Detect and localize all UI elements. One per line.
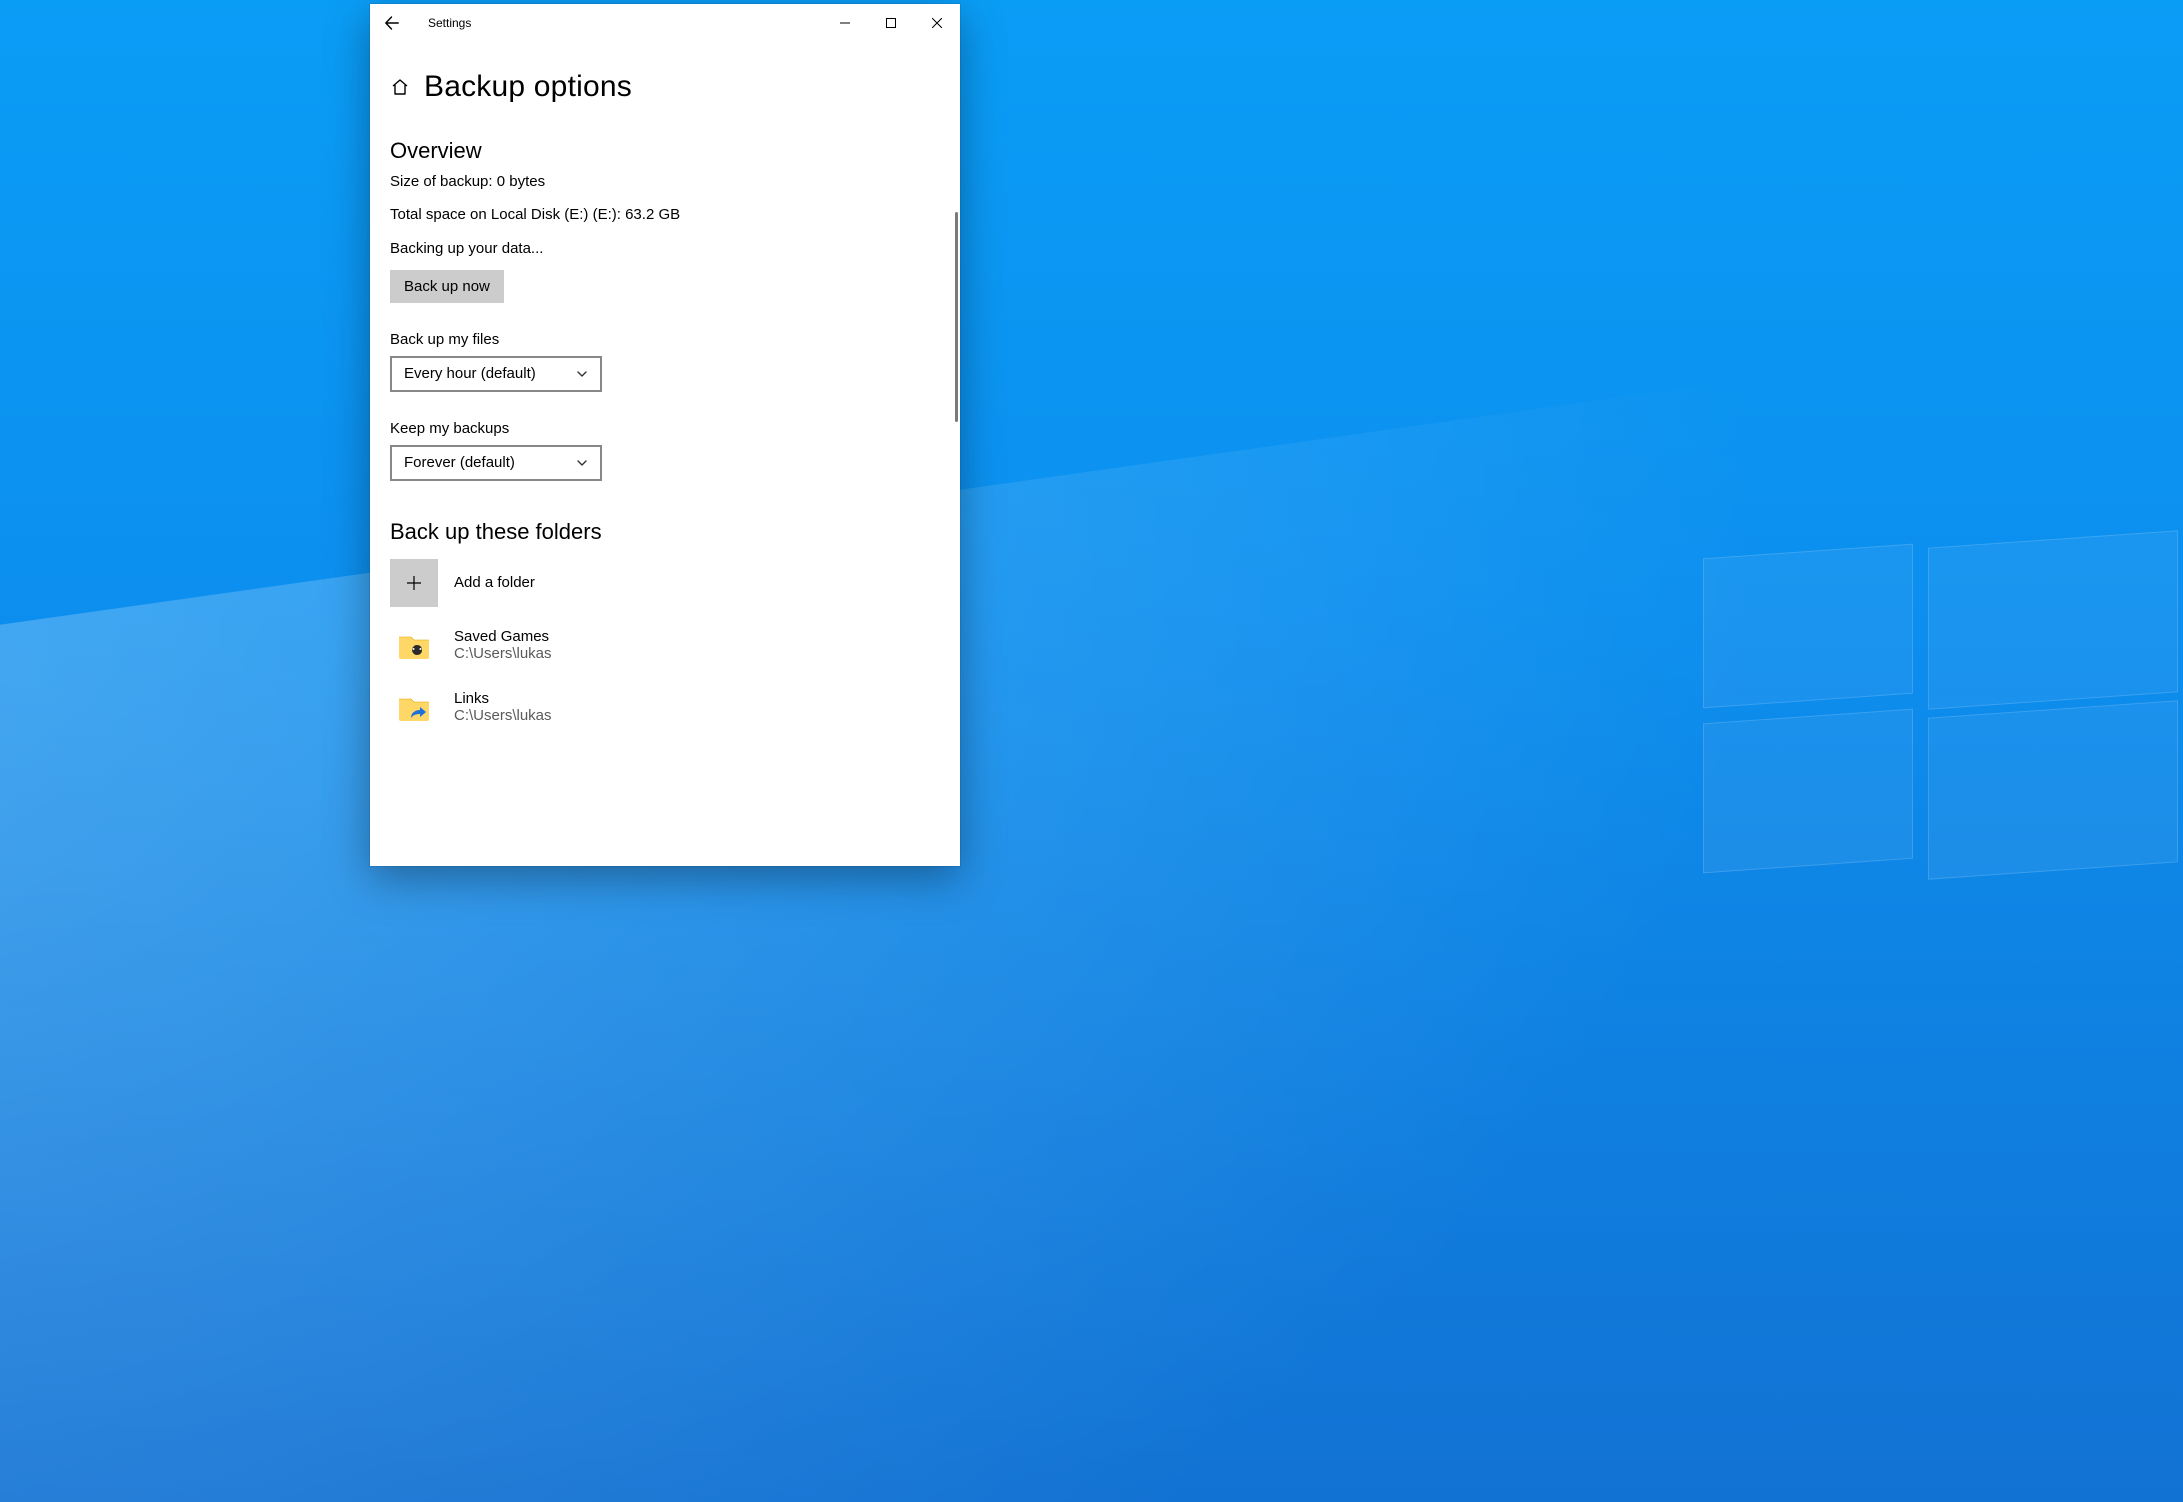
folder-name: Links [454,690,552,707]
close-icon [932,18,942,28]
page-title: Backup options [424,70,632,104]
frequency-value: Every hour (default) [404,365,536,382]
minimize-button[interactable] [822,7,868,39]
saved-games-folder-icon [390,621,438,669]
home-icon [390,77,410,97]
maximize-icon [886,18,896,28]
backup-size-line: Size of backup: 0 bytes [390,170,940,193]
app-title: Settings [428,16,471,30]
title-bar: Settings [370,4,960,42]
retention-label: Keep my backups [390,420,940,437]
back-button[interactable] [378,9,406,37]
chevron-down-icon [576,457,588,469]
retention-value: Forever (default) [404,454,515,471]
add-folder-label: Add a folder [454,574,535,591]
frequency-select[interactable]: Every hour (default) [390,356,602,392]
add-folder-button[interactable] [390,559,438,607]
retention-select[interactable]: Forever (default) [390,445,602,481]
folder-path: C:\Users\lukas [454,707,552,724]
scrollbar-thumb[interactable] [955,212,958,422]
folders-heading: Back up these folders [390,519,940,545]
minimize-icon [840,18,850,28]
total-space-line: Total space on Local Disk (E:) (E:): 63.… [390,203,940,226]
folder-path: C:\Users\lukas [454,645,552,662]
maximize-button[interactable] [868,7,914,39]
settings-window: Settings Backup options Overview Size of… [370,4,960,866]
desktop-wallpaper [0,0,2183,1502]
plus-icon [404,573,424,593]
windows-logo [1703,551,2183,891]
backup-status-line: Backing up your data... [390,237,940,260]
chevron-down-icon [576,368,588,380]
arrow-left-icon [384,15,400,31]
add-folder-row[interactable]: Add a folder [390,559,940,607]
home-button[interactable] [390,77,410,97]
content-area: Backup options Overview Size of backup: … [370,42,960,866]
folder-name: Saved Games [454,628,552,645]
folder-item[interactable]: Saved Games C:\Users\lukas [390,621,940,669]
folder-item[interactable]: Links C:\Users\lukas [390,683,940,731]
frequency-label: Back up my files [390,331,940,348]
close-button[interactable] [914,7,960,39]
overview-heading: Overview [390,138,940,164]
backup-now-button[interactable]: Back up now [390,270,504,303]
links-folder-icon [390,683,438,731]
